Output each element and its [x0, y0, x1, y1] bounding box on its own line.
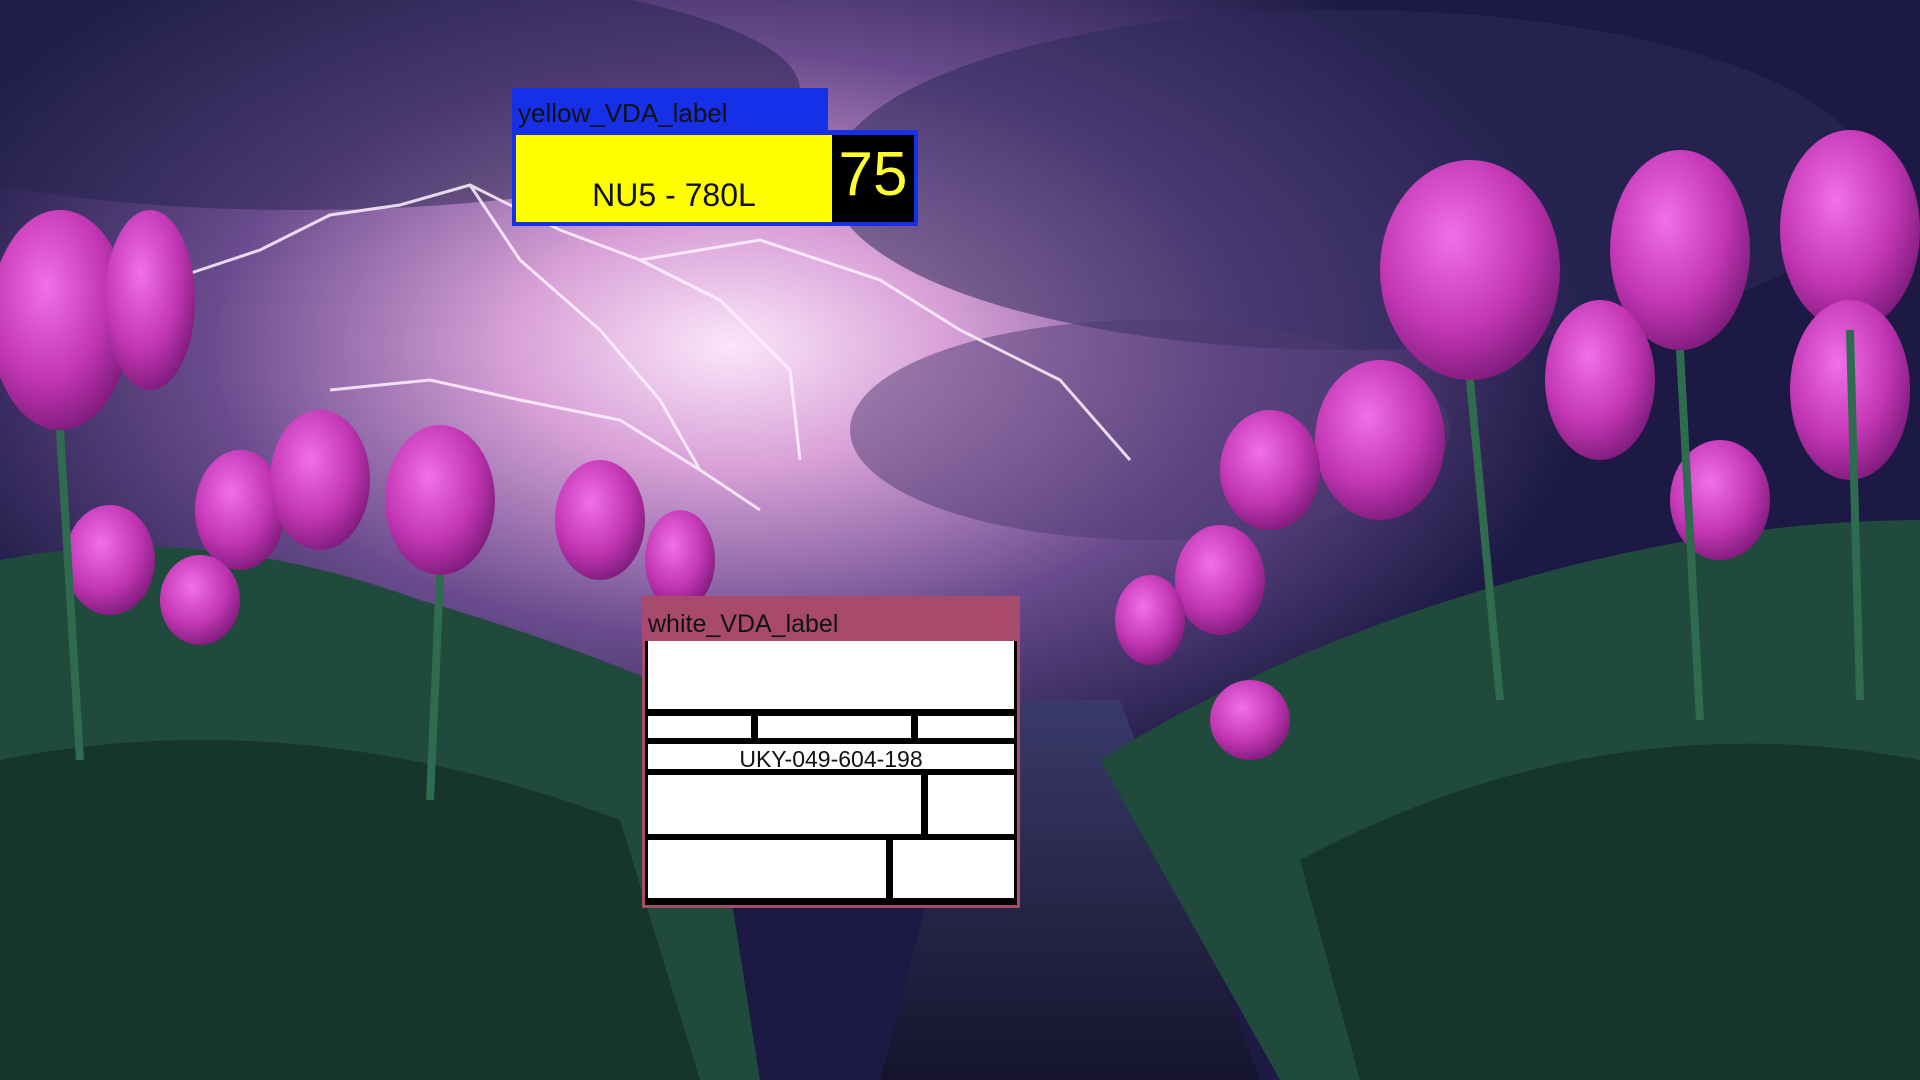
serial-number: UKY-049-604-198 — [648, 744, 1014, 769]
yellow-vda-label: yellow_VDA_label NU5 - 780L 75 — [512, 88, 918, 226]
label-field — [648, 641, 1014, 709]
label-field — [648, 775, 921, 834]
white-vda-label-body: UKY-049-604-198 — [642, 641, 1020, 908]
label-field — [918, 716, 1014, 738]
white-vda-label: white_VDA_label UKY-049-604-198 — [642, 596, 1020, 908]
label-field — [648, 716, 751, 738]
yellow-vda-label-title: yellow_VDA_label — [512, 88, 828, 130]
screen: yellow_VDA_label NU5 - 780L 75 white_VDA… — [0, 0, 1920, 1080]
label-field — [758, 716, 911, 738]
yellow-vda-label-body: NU5 - 780L 75 — [512, 130, 918, 226]
label-field — [648, 840, 886, 898]
label-field — [928, 775, 1014, 834]
background-image — [0, 0, 1920, 1080]
confidence-score: 75 — [838, 140, 908, 209]
plate-number: NU5 - 780L — [516, 135, 832, 222]
white-vda-label-title: white_VDA_label — [642, 596, 1020, 641]
label-field — [893, 840, 1014, 898]
